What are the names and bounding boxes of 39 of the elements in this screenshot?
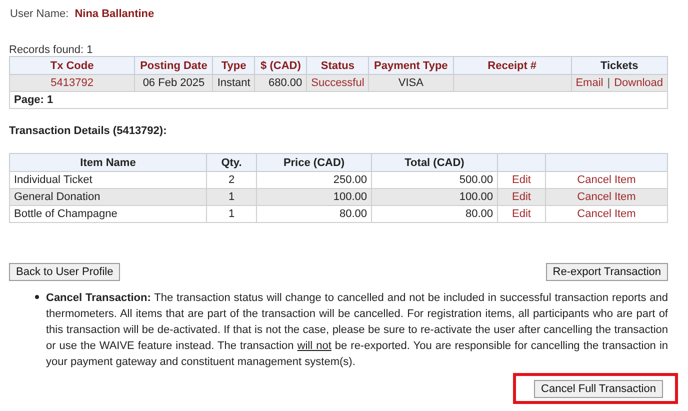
separator: | [607, 77, 610, 89]
cancel-full-transaction-button[interactable]: Cancel Full Transaction [534, 380, 663, 398]
user-name: Nina Ballantine [74, 8, 154, 20]
reexport-button[interactable]: Re-export Transaction [546, 263, 668, 281]
table-cell: 06 Feb 2025 [134, 74, 213, 92]
cancel-transaction-note: Cancel Transaction: The transaction status will change to cancelled and not be included in successful transaction reports and thermometers. All items that are part of the transaction will be cancelled. For registration items, all participants who are part of this transaction will be de-activated. If that is not the case, please be sure to re-activate the user after cancelling the transaction or use the WAIVE feature instead. The transaction will not be re-exported. You are responsible for cancelling the transaction in your payment gateway and constituent management system(s). [46, 291, 668, 370]
column-header: Tickets [571, 56, 668, 74]
section-title: Transaction Details (5413792): [9, 125, 168, 137]
table-cell: 80.00 [372, 206, 498, 222]
column-header: Tx Code [10, 56, 135, 74]
back-button[interactable]: Back to User Profile [9, 263, 120, 281]
column-header: Price (CAD) [256, 154, 372, 172]
table-cell: Instant [212, 74, 255, 92]
table-cell: General Donation [10, 188, 206, 206]
status-cell: Successful [306, 74, 369, 92]
page-indicator: Page: 1 [10, 92, 668, 108]
records-count: Records found: 1 [9, 44, 94, 56]
table-cell: 100.00 [372, 188, 498, 206]
column-header: Posting Date [134, 56, 213, 74]
table-cell: 1 [206, 188, 256, 206]
bullet-icon [35, 295, 39, 299]
column-header: Item Name [10, 154, 206, 172]
table-cell: VISA [368, 74, 453, 92]
ticket-link[interactable]: Email [576, 77, 604, 89]
column-header: Type [212, 56, 255, 74]
table-cell: Bottle of Champagne [10, 206, 206, 222]
table-cell: 680.00 [254, 74, 307, 92]
column-header: Qty. [206, 154, 256, 172]
table-cell: 100.00 [256, 188, 372, 206]
column-header: Total (CAD) [372, 154, 498, 172]
column-header: Status [306, 56, 369, 74]
user-name-label: User Name: [10, 8, 69, 20]
tx-code-link[interactable]: 5413792 [10, 74, 135, 92]
table-cell: 1 [206, 206, 256, 222]
column-header: Payment Type [368, 56, 453, 74]
table-cell: 80.00 [256, 206, 372, 222]
column-header: $ (CAD) [254, 56, 307, 74]
column-header: Receipt # [453, 56, 572, 74]
ticket-link[interactable]: Download [614, 77, 663, 89]
